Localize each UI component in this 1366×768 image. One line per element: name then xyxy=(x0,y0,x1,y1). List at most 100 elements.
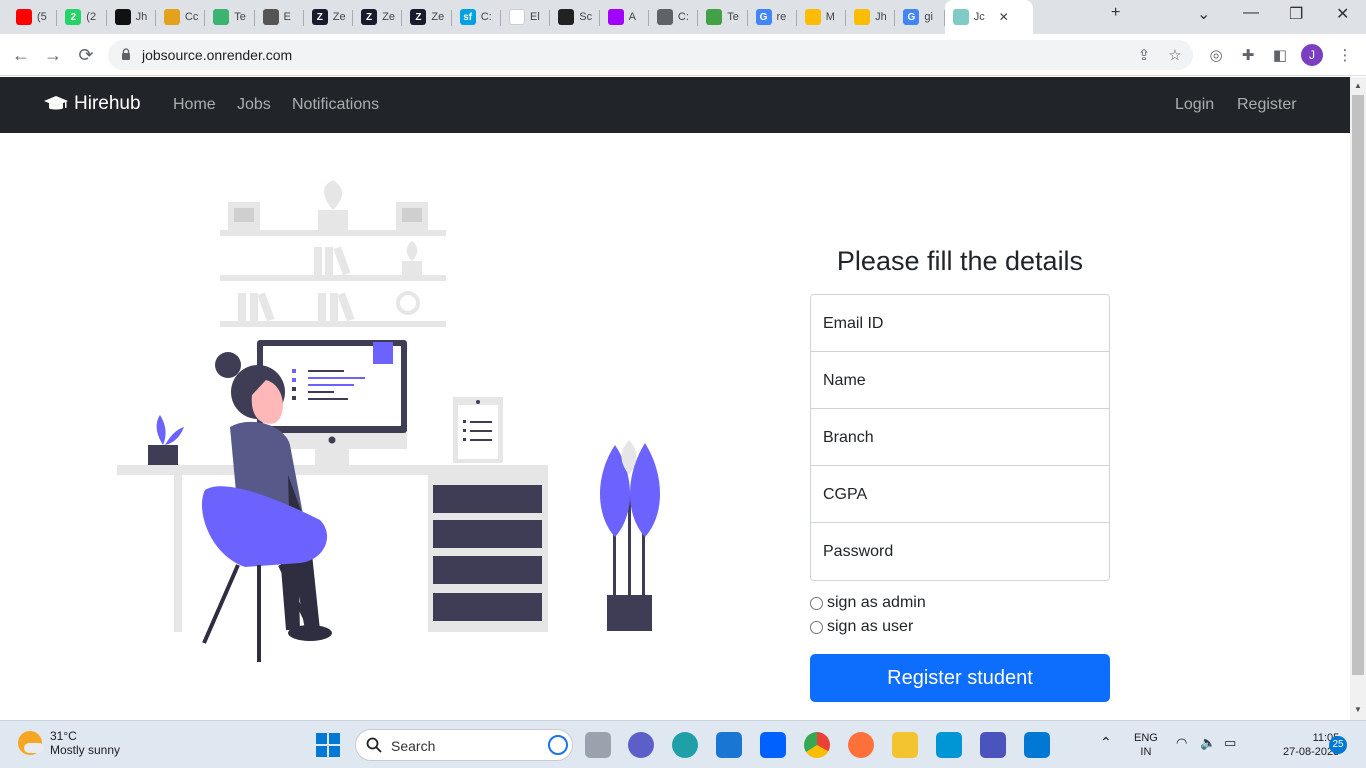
language-code: ENG xyxy=(1134,732,1158,744)
browser-tab-label: C: xyxy=(677,11,689,23)
radio-circle-icon[interactable] xyxy=(810,620,823,634)
browser-tab[interactable]: C: xyxy=(649,5,698,29)
profile-avatar[interactable]: J xyxy=(1301,44,1323,66)
browser-tab[interactable]: A xyxy=(600,5,649,29)
temperature: 31°C xyxy=(50,729,77,743)
blank-page-icon xyxy=(509,9,525,25)
weather-widget[interactable]: 31°C Mostly sunny xyxy=(18,729,120,757)
browser-tab[interactable]: Z Ze xyxy=(353,5,402,29)
nav-notifications[interactable]: Notifications xyxy=(292,96,379,114)
whatsapp-icon: 2 xyxy=(65,9,82,25)
address-bar[interactable]: jobsource.onrender.com ⇪ ☆ xyxy=(108,40,1193,70)
browser-tab[interactable]: El xyxy=(501,5,550,29)
side-panel-icon[interactable]: ◧ xyxy=(1271,47,1289,65)
scroll-up-icon[interactable]: ▲ xyxy=(1354,81,1362,90)
partly-sunny-icon xyxy=(18,731,44,755)
browser-tab[interactable]: E xyxy=(255,5,304,29)
webex-icon[interactable] xyxy=(980,732,1006,758)
reload-icon[interactable]: ⟳ xyxy=(75,44,97,66)
testgorilla-icon xyxy=(213,9,230,25)
browser-tab[interactable]: Jc ✕ xyxy=(944,0,1033,34)
chrome-icon[interactable] xyxy=(804,732,830,758)
close-tab-icon[interactable]: ✕ xyxy=(999,10,1009,24)
teams-chat-icon[interactable] xyxy=(628,732,654,758)
drive-icon xyxy=(804,9,821,25)
nav-home[interactable]: Home xyxy=(173,96,216,114)
register-student-button[interactable]: Register student xyxy=(810,654,1110,702)
browser-tab[interactable]: Jh xyxy=(846,5,895,29)
back-icon[interactable]: ← xyxy=(10,44,32,66)
new-tab-icon[interactable]: + xyxy=(1111,4,1120,22)
forward-icon[interactable]: → xyxy=(42,44,64,66)
tab-search-icon[interactable]: ⌄ xyxy=(1197,4,1210,24)
radio-user-label: sign as user xyxy=(827,618,914,635)
volume-icon[interactable]: 🔈 xyxy=(1200,736,1216,750)
radio-user[interactable]: sign as user xyxy=(810,618,913,636)
password-field[interactable]: Password xyxy=(811,523,1109,580)
extension-circle-icon[interactable]: ◎ xyxy=(1207,47,1225,65)
youtube-icon xyxy=(16,9,32,25)
myhp-icon[interactable] xyxy=(936,732,962,758)
share-icon[interactable]: ⇪ xyxy=(1135,47,1153,65)
browser-tab[interactable]: sf C: xyxy=(452,5,501,29)
globe-icon xyxy=(656,9,673,25)
browser-tab-label: M xyxy=(825,11,835,23)
browser-tab-label: (2 xyxy=(86,11,97,23)
notification-badge[interactable]: 25 xyxy=(1329,736,1347,754)
radio-admin[interactable]: sign as admin xyxy=(810,594,926,612)
nav-jobs[interactable]: Jobs xyxy=(237,96,271,114)
minimize-icon[interactable]: — xyxy=(1243,4,1259,22)
browser-tab-strip: (5 2 (2 Jh Cc Te E Z Ze Z Ze Z Ze sf C: El Sc A C: Te Gre M Jh… xyxy=(0,0,1366,34)
brand-logo[interactable]: Hirehub xyxy=(44,93,141,115)
browser-tab[interactable]: Te xyxy=(698,5,747,29)
tray-chevron-icon[interactable]: ⌃ xyxy=(1100,735,1112,749)
window-close-icon[interactable]: ✕ xyxy=(1336,4,1349,24)
windows-start-icon[interactable] xyxy=(316,733,340,757)
browser-tab[interactable]: M xyxy=(797,5,846,29)
file-explorer-icon[interactable] xyxy=(892,732,918,758)
lock-icon xyxy=(122,48,130,60)
google-icon: G xyxy=(755,9,772,25)
branch-field[interactable]: Branch xyxy=(811,409,1109,466)
browser-tab[interactable]: Ggi xyxy=(895,5,944,29)
browser-tab[interactable]: Z Ze xyxy=(402,5,451,29)
browser-tab[interactable]: Gre xyxy=(748,5,797,29)
browser-tab[interactable]: 2 (2 xyxy=(57,5,106,29)
radio-circle-icon[interactable] xyxy=(810,596,823,610)
restore-icon[interactable]: ❐ xyxy=(1289,4,1303,24)
weather-condition: Mostly sunny xyxy=(50,743,121,757)
browser-tab[interactable]: (5 xyxy=(8,5,57,29)
firefox-icon[interactable] xyxy=(848,732,874,758)
browser-tab-label: Sc xyxy=(579,11,593,23)
search-label: Search xyxy=(391,738,436,754)
language-indicator[interactable]: ENG IN xyxy=(1134,731,1158,759)
wifi-icon[interactable]: ◠ xyxy=(1176,736,1187,750)
nav-register[interactable]: Register xyxy=(1237,96,1297,114)
vscode-icon[interactable] xyxy=(1024,732,1050,758)
nav-login[interactable]: Login xyxy=(1175,96,1214,114)
page-scrollbar[interactable]: ▲ ▼ xyxy=(1350,77,1366,720)
browser-tab[interactable]: Sc xyxy=(550,5,599,29)
browser-tab-label: C: xyxy=(480,11,492,23)
browser-tab[interactable]: Jh xyxy=(107,5,156,29)
mail-icon[interactable] xyxy=(716,732,742,758)
edge-icon[interactable] xyxy=(672,732,698,758)
kebab-menu-icon[interactable]: ⋮ xyxy=(1336,47,1354,65)
email-field[interactable]: Email ID xyxy=(811,295,1109,352)
taskbar-search[interactable]: Search xyxy=(355,729,573,761)
browser-tab[interactable]: Te xyxy=(205,5,254,29)
browser-tab-label: Jh xyxy=(875,11,887,23)
bing-icon[interactable] xyxy=(548,735,568,755)
bookmark-star-icon[interactable]: ☆ xyxy=(1166,47,1184,65)
browser-tab[interactable]: Z Ze xyxy=(304,5,353,29)
browser-tab[interactable]: Cc xyxy=(156,5,205,29)
cgpa-field[interactable]: CGPA xyxy=(811,466,1109,523)
browser-tab-label: Jc xyxy=(973,11,985,23)
scroll-down-icon[interactable]: ▼ xyxy=(1354,705,1362,714)
dropbox-icon[interactable] xyxy=(760,732,786,758)
name-field[interactable]: Name xyxy=(811,352,1109,409)
battery-icon[interactable]: ▭ xyxy=(1224,736,1236,750)
task-view-icon[interactable] xyxy=(585,732,611,758)
scroll-thumb[interactable] xyxy=(1352,95,1364,675)
extensions-puzzle-icon[interactable]: ✚ xyxy=(1239,47,1257,65)
